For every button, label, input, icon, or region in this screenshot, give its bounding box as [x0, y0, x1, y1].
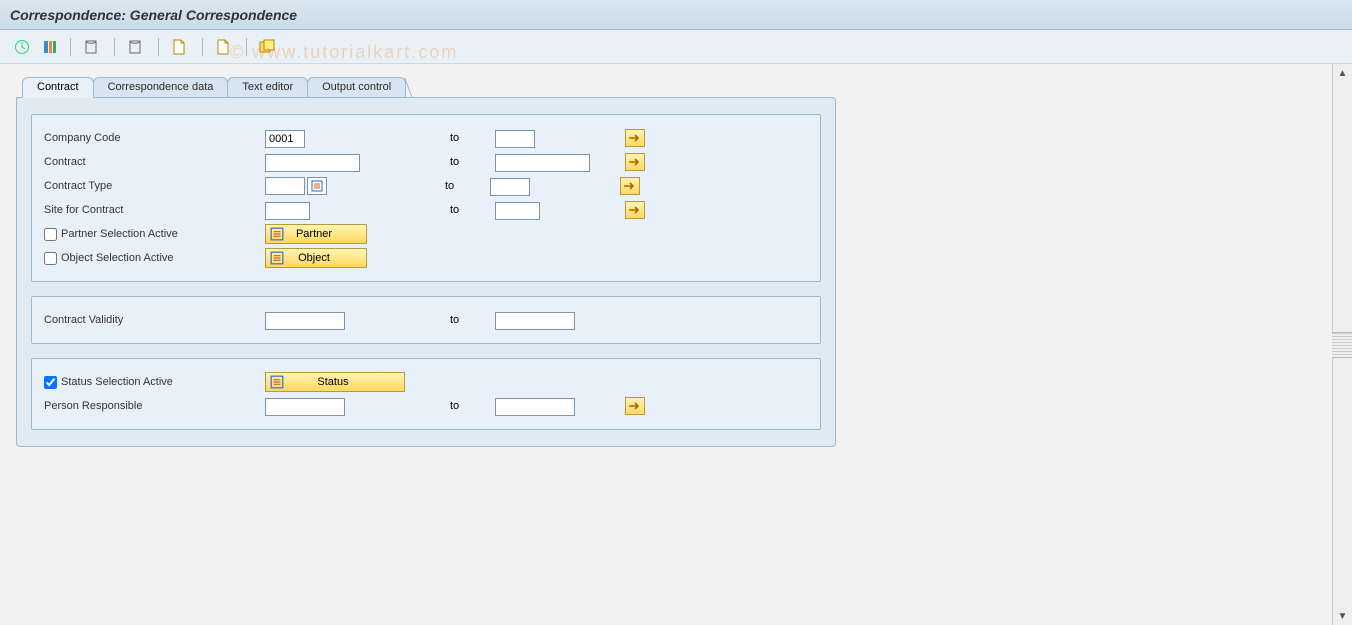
label-company-code: Company Code [40, 132, 265, 144]
execute-button[interactable] [10, 37, 34, 57]
contract-to[interactable] [495, 154, 590, 172]
company-code-from[interactable] [265, 130, 305, 148]
site-multiselect[interactable] [625, 201, 645, 219]
contract-type-to[interactable] [490, 178, 530, 196]
label-contract-type: Contract Type [40, 180, 265, 192]
tab-correspondence-data[interactable]: Correspondence data [93, 77, 229, 98]
label-site: Site for Contract [40, 204, 265, 216]
variant-button[interactable] [38, 37, 62, 57]
page-title: Correspondence: General Correspondence [10, 7, 297, 23]
label-to: to [450, 314, 495, 326]
contract-type-multiselect[interactable] [620, 177, 640, 195]
scroll-grip-icon[interactable] [1332, 332, 1352, 358]
group-validity: Contract Validity to [31, 296, 821, 344]
tab-text-editor[interactable]: Text editor [227, 77, 308, 98]
toolbar-separator [114, 38, 115, 56]
label-contract-validity: Contract Validity [40, 314, 265, 326]
status-selection-checkbox[interactable] [44, 376, 57, 389]
label-person-responsible: Person Responsible [40, 400, 265, 412]
toolbar-separator [158, 38, 159, 56]
selection-icon [270, 227, 284, 241]
toolbar-separator [70, 38, 71, 56]
partner-selection-active-check[interactable]: Partner Selection Active [40, 228, 265, 241]
contract-from[interactable] [265, 154, 360, 172]
contract-type-from[interactable] [265, 177, 305, 195]
label-to: to [450, 204, 495, 216]
site-from[interactable] [265, 202, 310, 220]
overview-log-button[interactable] [123, 37, 150, 57]
status-selection-active-check[interactable]: Status Selection Active [40, 376, 265, 389]
group-contract-selection: Company Code to Contract to Contract Typ… [31, 114, 821, 282]
tabstrip: Contract Correspondence data Text editor… [22, 74, 1330, 98]
object-button[interactable]: Object [265, 248, 367, 268]
label-to: to [450, 400, 495, 412]
label-to: to [450, 132, 495, 144]
vertical-scrollbar[interactable]: ▲ ▼ [1332, 64, 1352, 625]
partner-button[interactable]: Partner [265, 224, 367, 244]
main-content: Contract Correspondence data Text editor… [0, 64, 1330, 625]
validity-from[interactable] [265, 312, 345, 330]
object-selection-checkbox[interactable] [44, 252, 57, 265]
toolbar-separator [246, 38, 247, 56]
toolbar-separator [202, 38, 203, 56]
person-multiselect[interactable] [625, 397, 645, 415]
last-log-button[interactable] [79, 37, 106, 57]
tab-contract[interactable]: Contract [22, 77, 94, 98]
person-to[interactable] [495, 398, 575, 416]
title-bar: Correspondence: General Correspondence [0, 0, 1352, 30]
partner-selection-checkbox[interactable] [44, 228, 57, 241]
company-code-to[interactable] [495, 130, 535, 148]
status-button[interactable]: Status [265, 372, 405, 392]
label-to: to [450, 156, 495, 168]
scroll-up-icon[interactable]: ▲ [1333, 64, 1352, 82]
site-to[interactable] [495, 202, 540, 220]
company-code-multiselect[interactable] [625, 129, 645, 147]
person-from[interactable] [265, 398, 345, 416]
tab-output-control[interactable]: Output control [307, 77, 406, 98]
selection-via-sets-button[interactable] [255, 37, 282, 57]
overview-doc-button[interactable] [211, 37, 238, 57]
last-doc-creation-button[interactable] [167, 37, 194, 57]
label-to: to [445, 180, 490, 192]
selection-icon [270, 375, 284, 389]
group-status: Status Selection Active Status Person Re… [31, 358, 821, 430]
object-selection-active-check[interactable]: Object Selection Active [40, 252, 265, 265]
contract-type-help-button[interactable] [307, 177, 327, 195]
app-toolbar [0, 30, 1352, 64]
contract-multiselect[interactable] [625, 153, 645, 171]
label-contract: Contract [40, 156, 265, 168]
contract-panel: Company Code to Contract to Contract Typ… [16, 97, 836, 447]
scroll-down-icon[interactable]: ▼ [1333, 607, 1352, 625]
validity-to[interactable] [495, 312, 575, 330]
selection-icon [270, 251, 284, 265]
